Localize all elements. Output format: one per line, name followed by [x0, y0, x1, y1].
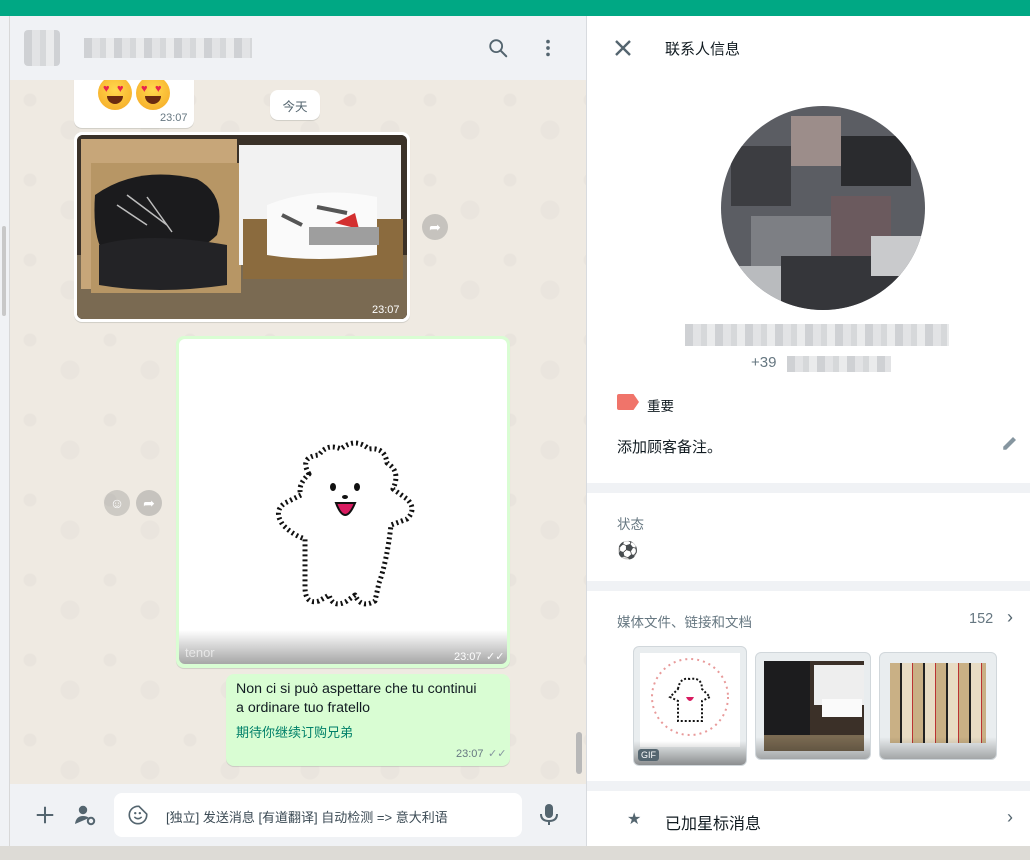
message-text-line1: Non ci si può aspettare che tu continui	[236, 681, 477, 697]
chevron-right-icon[interactable]: ›	[1007, 607, 1013, 628]
gif-image[interactable]: tenor ⌄	[179, 339, 507, 664]
sticker-icon[interactable]	[126, 803, 150, 827]
contact-profile-section: +39 重要 添加顾客备注。	[587, 78, 1030, 483]
menu-icon[interactable]	[534, 34, 562, 62]
contact-avatar-blurred[interactable]	[24, 30, 60, 66]
tenor-watermark: tenor	[185, 645, 215, 660]
close-icon[interactable]	[611, 36, 635, 60]
app-top-bar	[0, 0, 1030, 16]
left-scroll-thumb[interactable]	[2, 226, 6, 316]
contact-info-panel: 联系人信息 +39 重要 添加顾客备注。 状态 ⚽ 媒体文件、链接和文档 152	[586, 16, 1030, 846]
shoes-photo[interactable]	[77, 135, 407, 319]
media-thumb-shorts[interactable]	[879, 652, 997, 760]
starred-title: 已加星标消息	[665, 816, 762, 833]
media-thumb-shoes[interactable]	[755, 652, 871, 760]
contact-phone-blurred	[787, 356, 891, 372]
media-thumb-gif[interactable]: GIF	[633, 646, 747, 766]
label-tag-text[interactable]: 重要	[647, 395, 674, 415]
status-value: ⚽	[617, 541, 639, 560]
message-text[interactable]: Non ci si può aspettare che tu continui …	[226, 674, 510, 766]
chat-pane: ♥ ♥ ♥ ♥ 23:07 今天 23:07 ➦ tenor ⌄ 23:07 ✓…	[10, 16, 586, 846]
left-edge-strip	[0, 16, 10, 846]
message-time: 23:07	[454, 651, 482, 663]
forward-icon[interactable]: ➦	[422, 214, 448, 240]
message-input-placeholder: [独立] 发送消息 [有道翻译] 自动检测 => 意大利语	[166, 810, 448, 825]
read-check-icon: ✓✓	[488, 748, 507, 760]
contact-info-title: 联系人信息	[665, 41, 741, 58]
search-icon[interactable]	[484, 34, 512, 62]
message-time: 23:07	[456, 748, 484, 760]
bottom-strip	[0, 846, 1030, 860]
starred-section[interactable]: ★ 已加星标消息 ›	[587, 791, 1030, 846]
contact-avatar[interactable]	[721, 106, 925, 310]
plus-icon[interactable]	[32, 802, 58, 828]
read-check-icon: ✓✓	[486, 651, 505, 663]
message-text-line2: a ordinare tuo fratello	[236, 700, 371, 716]
message-time: 23:07	[372, 304, 400, 316]
contact-phone-prefix: +39	[751, 354, 777, 371]
status-section: 状态 ⚽	[587, 493, 1030, 581]
status-title: 状态	[617, 517, 644, 532]
contact-info-header: 联系人信息	[587, 16, 1030, 78]
message-time: 23:07	[160, 112, 188, 124]
chat-messages[interactable]: ♥ ♥ ♥ ♥ 23:07 今天 23:07 ➦ tenor ⌄ 23:07 ✓…	[10, 80, 586, 784]
contact-name-blurred[interactable]	[84, 38, 252, 58]
microphone-icon[interactable]	[536, 802, 562, 828]
chat-header	[10, 16, 586, 80]
heart-eyes-emoji: ♥ ♥	[136, 80, 170, 110]
gif-badge: GIF	[638, 749, 659, 761]
label-tag-icon	[617, 394, 639, 410]
chat-scroll-thumb[interactable]	[576, 732, 582, 774]
contact-name-blurred	[685, 324, 949, 346]
chevron-right-icon[interactable]: ›	[1007, 807, 1013, 828]
message-photo[interactable]: 23:07	[74, 132, 410, 322]
customer-note-field[interactable]: 添加顾客备注。	[617, 436, 722, 457]
react-emoji-icon[interactable]: ☺	[104, 490, 130, 516]
media-title: 媒体文件、链接和文档	[617, 615, 752, 630]
message-gif[interactable]: tenor ⌄ 23:07 ✓✓	[176, 336, 510, 668]
message-translation: 期待你继续订购兄弟	[236, 725, 354, 740]
forward-icon[interactable]: ➦	[136, 490, 162, 516]
message-input[interactable]: [独立] 发送消息 [有道翻译] 自动检测 => 意大利语	[114, 793, 522, 837]
chevron-down-icon[interactable]: ⌄	[487, 345, 499, 362]
star-icon: ★	[627, 811, 642, 828]
date-divider: 今天	[270, 90, 320, 120]
contact-settings-icon[interactable]	[72, 802, 98, 828]
chat-footer: [独立] 发送消息 [有道翻译] 自动检测 => 意大利语	[10, 784, 586, 846]
media-count: 152	[969, 611, 994, 627]
message-emoji[interactable]: ♥ ♥ ♥ ♥ 23:07	[74, 80, 194, 128]
heart-eyes-emoji: ♥ ♥	[98, 80, 132, 110]
edit-pencil-icon[interactable]	[999, 432, 1021, 454]
